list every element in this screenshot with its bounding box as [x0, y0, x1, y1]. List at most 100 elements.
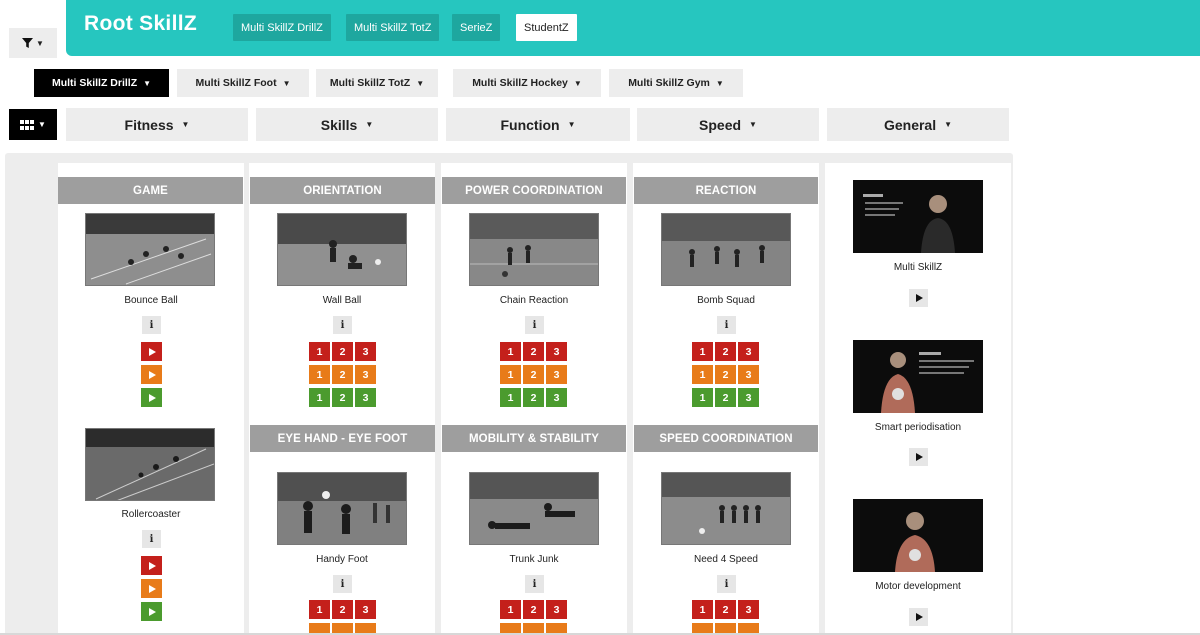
play-button-orange[interactable] — [141, 579, 162, 598]
level-button-red-1[interactable]: 1 — [309, 600, 330, 619]
level-button-red-1[interactable]: 1 — [500, 342, 521, 361]
info-button[interactable]: i — [333, 575, 352, 593]
level-button-red-3[interactable]: 3 — [546, 600, 567, 619]
info-button[interactable]: i — [525, 316, 544, 334]
level-button-red-2[interactable]: 2 — [715, 342, 736, 361]
level-button-red-1[interactable]: 1 — [692, 600, 713, 619]
level-button-red-2[interactable]: 2 — [715, 600, 736, 619]
drill-thumbnail-trunk-junk[interactable] — [469, 472, 599, 545]
level-button-orange-2[interactable]: 2 — [332, 365, 353, 384]
info-icon: i — [340, 578, 345, 590]
video-thumbnail-motor-development[interactable] — [853, 499, 983, 572]
tab-studentz[interactable]: StudentZ — [516, 14, 577, 41]
section-header-eye-hand-eye-foot: EYE HAND - EYE FOOT — [250, 425, 435, 452]
play-button-green[interactable] — [141, 388, 162, 407]
level-button-orange-3[interactable]: 3 — [738, 365, 759, 384]
info-button[interactable]: i — [142, 530, 161, 548]
filter-toggle-button[interactable]: ▼ — [9, 28, 57, 58]
info-button[interactable]: i — [333, 316, 352, 334]
level-button-green-3[interactable]: 3 — [738, 388, 759, 407]
level-button-orange-1[interactable]: 1 — [309, 365, 330, 384]
category-multi-skillz-drillz[interactable]: Multi SkillZ DrillZ ▼ — [34, 69, 169, 97]
level-button-red-3[interactable]: 3 — [355, 342, 376, 361]
video-play-button[interactable] — [909, 608, 928, 626]
level-button-orange-1[interactable]: 1 — [500, 365, 521, 384]
play-button-red[interactable] — [141, 556, 162, 575]
chevron-down-icon: ▼ — [749, 120, 757, 129]
level-button-red-3[interactable]: 3 — [738, 342, 759, 361]
drill-name: Bomb Squad — [697, 295, 755, 306]
section-header-reaction: REACTION — [634, 177, 818, 204]
level-button-red-1[interactable]: 1 — [692, 342, 713, 361]
level-button-green-1[interactable]: 1 — [692, 388, 713, 407]
info-button[interactable]: i — [717, 575, 736, 593]
chevron-down-icon: ▼ — [944, 120, 953, 129]
info-button[interactable]: i — [717, 316, 736, 334]
level-button-green-3[interactable]: 3 — [546, 388, 567, 407]
drill-thumbnail-bomb-squad[interactable] — [661, 213, 791, 286]
filter-speed[interactable]: Speed ▼ — [637, 108, 819, 141]
drill-thumbnail-handy-foot[interactable] — [277, 472, 407, 545]
category-label: Multi SkillZ Gym — [628, 77, 710, 89]
level-button-green-1[interactable]: 1 — [309, 388, 330, 407]
drill-thumbnail-wall-ball[interactable] — [277, 213, 407, 286]
grid-view-button[interactable]: ▼ — [9, 109, 57, 140]
category-multi-skillz-totz[interactable]: Multi SkillZ TotZ ▼ — [316, 69, 438, 97]
video-play-button[interactable] — [909, 289, 928, 307]
level-button-orange-1[interactable]: 1 — [692, 365, 713, 384]
filter-function[interactable]: Function ▼ — [446, 108, 630, 141]
level-button-red-2[interactable]: 2 — [523, 342, 544, 361]
category-label: Multi SkillZ TotZ — [329, 77, 411, 89]
level-button-green-2[interactable]: 2 — [523, 388, 544, 407]
tab-multi-skillz-totz[interactable]: Multi SkillZ TotZ — [346, 14, 440, 41]
section-header-game: GAME — [58, 177, 243, 204]
category-multi-skillz-gym[interactable]: Multi SkillZ Gym ▼ — [609, 69, 743, 97]
level-button-red-3[interactable]: 3 — [355, 600, 376, 619]
level-button-green-3[interactable]: 3 — [355, 388, 376, 407]
tab-seriez[interactable]: SerieZ — [452, 14, 501, 41]
info-icon: i — [149, 533, 154, 545]
level-button-green-1[interactable]: 1 — [500, 388, 521, 407]
level-button-orange-3[interactable]: 3 — [355, 365, 376, 384]
video-title: Smart periodisation — [874, 422, 962, 433]
filter-fitness[interactable]: Fitness ▼ — [66, 108, 248, 141]
level-button-orange-2[interactable]: 2 — [715, 365, 736, 384]
level-button-red-2[interactable]: 2 — [523, 600, 544, 619]
play-icon — [916, 453, 923, 461]
drill-thumbnail-need-4-speed[interactable] — [661, 472, 791, 545]
level-button-red-1[interactable]: 1 — [500, 600, 521, 619]
play-icon — [916, 294, 923, 302]
play-button-red[interactable] — [141, 342, 162, 361]
play-icon — [149, 393, 156, 402]
drill-thumbnail-bounce-ball[interactable] — [85, 213, 215, 286]
video-thumbnail-multi-skillz[interactable] — [853, 180, 983, 253]
tab-multi-skillz-drillz[interactable]: Multi SkillZ DrillZ — [233, 14, 331, 41]
filter-general[interactable]: General ▼ — [827, 108, 1009, 141]
level-button-red-1[interactable]: 1 — [309, 342, 330, 361]
play-button-green[interactable] — [141, 602, 162, 621]
level-button-red-3[interactable]: 3 — [546, 342, 567, 361]
level-button-orange-3[interactable]: 3 — [546, 365, 567, 384]
level-button-red-3[interactable]: 3 — [738, 600, 759, 619]
category-multi-skillz-hockey[interactable]: Multi SkillZ Hockey ▼ — [453, 69, 601, 97]
chevron-down-icon: ▼ — [365, 120, 374, 129]
video-play-button[interactable] — [909, 448, 928, 466]
info-button[interactable]: i — [525, 575, 544, 593]
drill-thumbnail-rollercoaster[interactable] — [85, 428, 215, 501]
play-icon — [916, 613, 923, 621]
level-button-green-2[interactable]: 2 — [715, 388, 736, 407]
level-button-red-2[interactable]: 2 — [332, 342, 353, 361]
video-thumbnail-smart-periodisation[interactable] — [853, 340, 983, 413]
drill-thumbnail-chain-reaction[interactable] — [469, 213, 599, 286]
level-button-green-2[interactable]: 2 — [332, 388, 353, 407]
play-icon — [149, 370, 156, 379]
drill-name: Chain Reaction — [499, 295, 569, 306]
level-button-orange-2[interactable]: 2 — [523, 365, 544, 384]
category-label: Multi SkillZ DrillZ — [51, 77, 138, 89]
category-multi-skillz-foot[interactable]: Multi SkillZ Foot ▼ — [177, 69, 309, 97]
section-header-speed-coordination: SPEED COORDINATION — [634, 425, 818, 452]
filter-skills[interactable]: Skills ▼ — [256, 108, 438, 141]
info-button[interactable]: i — [142, 316, 161, 334]
play-button-orange[interactable] — [141, 365, 162, 384]
level-button-red-2[interactable]: 2 — [332, 600, 353, 619]
